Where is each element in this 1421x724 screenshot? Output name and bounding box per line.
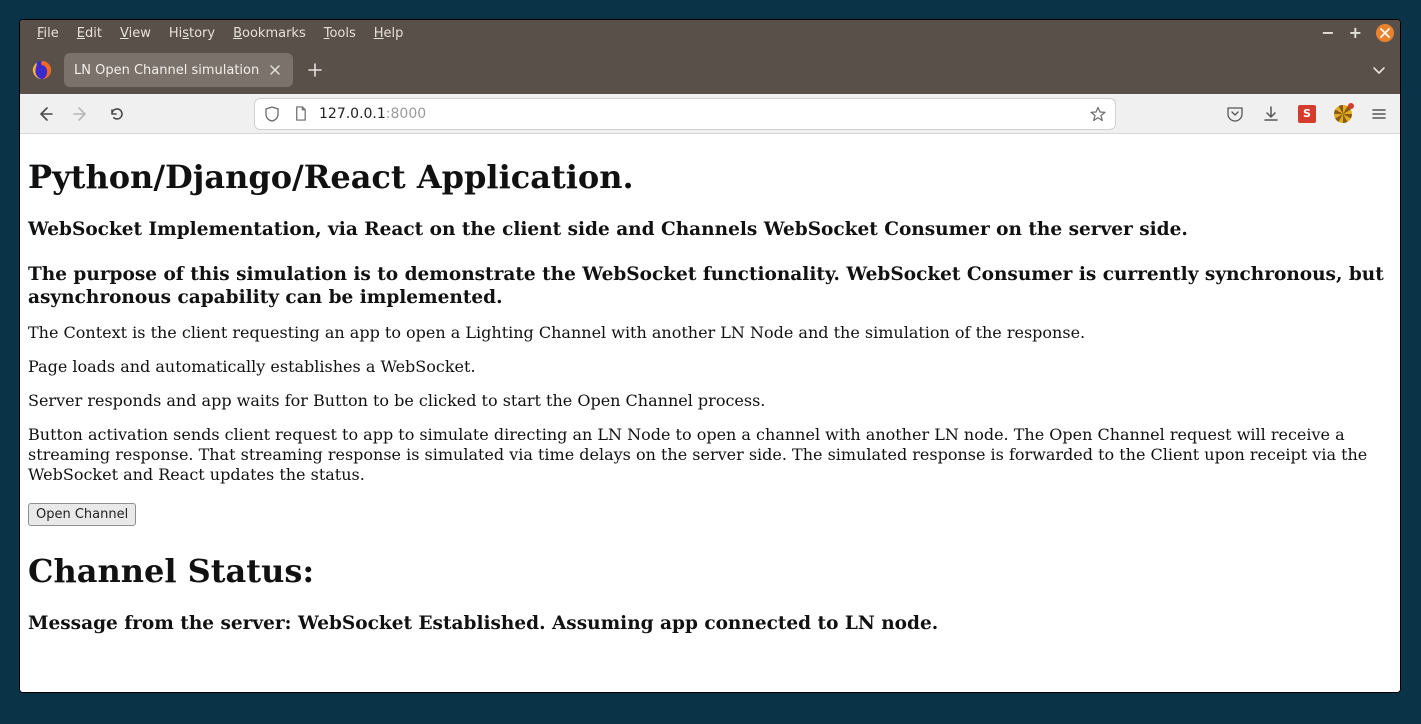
- shield-icon: [264, 106, 280, 122]
- tracking-protection-button[interactable]: [263, 105, 281, 123]
- arrow-right-icon: [73, 106, 89, 122]
- toolbar: 127.0.0.1:8000 S: [20, 94, 1400, 134]
- tab-active[interactable]: LN Open Channel simulation: [64, 53, 293, 87]
- browser-window: File Edit View History Bookmarks Tools H…: [19, 19, 1401, 693]
- toolbar-right: S: [1224, 103, 1390, 125]
- download-icon: [1262, 105, 1280, 123]
- menu-view[interactable]: View: [111, 24, 160, 43]
- paragraph-button-desc: Button activation sends client request t…: [28, 425, 1392, 485]
- tab-close-button[interactable]: [267, 62, 283, 78]
- tabs-overflow-button[interactable]: [1368, 59, 1390, 81]
- star-icon: [1090, 106, 1106, 122]
- menubar: File Edit View History Bookmarks Tools H…: [20, 20, 1400, 46]
- paragraph-load: Page loads and automatically establishes…: [28, 357, 1392, 377]
- maximize-button[interactable]: +: [1349, 25, 1362, 41]
- downloads-button[interactable]: [1260, 103, 1282, 125]
- page-title: Python/Django/React Application.: [28, 158, 1392, 196]
- minimize-button[interactable]: −: [1321, 25, 1334, 41]
- arrow-left-icon: [37, 106, 53, 122]
- tab-title: LN Open Channel simulation: [74, 63, 259, 78]
- menu-help[interactable]: Help: [365, 24, 413, 43]
- open-channel-button[interactable]: Open Channel: [28, 503, 136, 526]
- back-button[interactable]: [30, 99, 60, 129]
- chevron-down-icon: [1372, 63, 1386, 77]
- url-port: :8000: [386, 106, 426, 122]
- url-bar[interactable]: 127.0.0.1:8000: [254, 98, 1116, 130]
- page-icon: [293, 106, 308, 121]
- new-tab-button[interactable]: [301, 56, 329, 84]
- firefox-icon[interactable]: [28, 56, 56, 84]
- menu-bookmarks[interactable]: Bookmarks: [224, 24, 315, 43]
- window-controls: − +: [1321, 20, 1394, 46]
- site-identity-button[interactable]: [291, 105, 309, 123]
- bookmark-button[interactable]: [1089, 105, 1107, 123]
- paragraph-server: Server responds and app waits for Button…: [28, 391, 1392, 411]
- status-message: Message from the server: WebSocket Estab…: [28, 612, 1392, 635]
- hamburger-icon: [1370, 105, 1388, 123]
- menu-edit[interactable]: Edit: [68, 24, 111, 43]
- subheading-purpose: The purpose of this simulation is to dem…: [28, 263, 1392, 309]
- cookie-icon: [1334, 105, 1352, 123]
- pocket-icon: [1226, 105, 1244, 123]
- reload-button[interactable]: [102, 99, 132, 129]
- menu-tools[interactable]: Tools: [315, 24, 365, 43]
- noscript-icon: S: [1298, 105, 1316, 123]
- firefox-logo-icon: [31, 59, 53, 81]
- close-icon: [270, 65, 280, 75]
- paragraph-context: The Context is the client requesting an …: [28, 323, 1392, 343]
- forward-button[interactable]: [66, 99, 96, 129]
- page-content: Python/Django/React Application. WebSock…: [20, 134, 1400, 692]
- subheading-implementation: WebSocket Implementation, via React on t…: [28, 218, 1392, 241]
- reload-icon: [109, 106, 125, 122]
- extension-noscript-button[interactable]: S: [1296, 103, 1318, 125]
- url-text[interactable]: 127.0.0.1:8000: [319, 106, 1079, 122]
- url-host: 127.0.0.1: [319, 106, 386, 122]
- extension-cookie-button[interactable]: [1332, 103, 1354, 125]
- close-button[interactable]: [1376, 24, 1394, 42]
- plus-icon: [308, 63, 322, 77]
- tab-strip: LN Open Channel simulation: [20, 46, 1400, 94]
- status-heading: Channel Status:: [28, 552, 1392, 590]
- menu-history[interactable]: History: [160, 24, 224, 43]
- close-icon: [1380, 28, 1390, 38]
- app-menu-button[interactable]: [1368, 103, 1390, 125]
- menu-file[interactable]: File: [28, 24, 68, 43]
- pocket-button[interactable]: [1224, 103, 1246, 125]
